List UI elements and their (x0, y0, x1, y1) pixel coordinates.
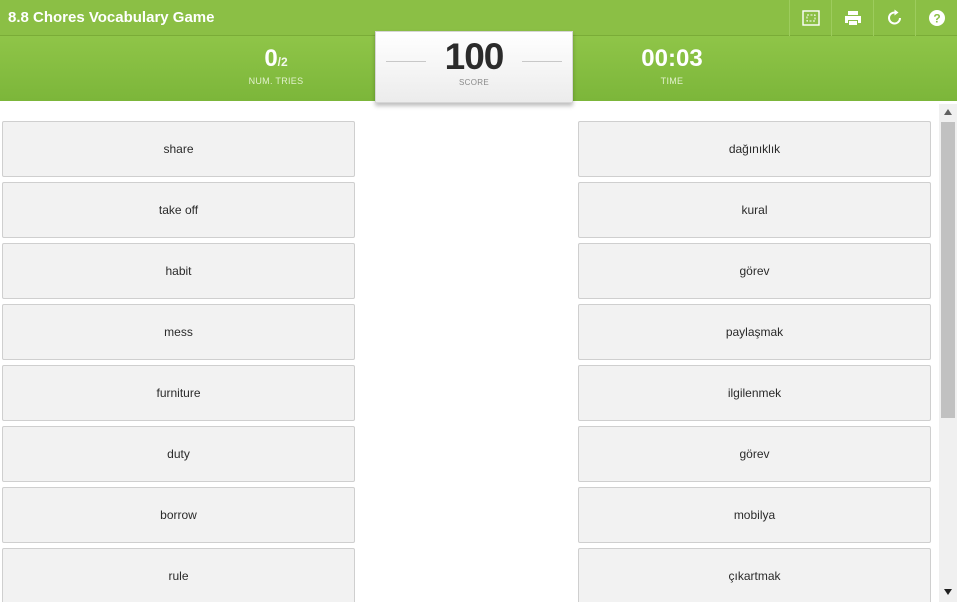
vertical-scrollbar[interactable] (939, 104, 957, 602)
turkish-words-column: dağınıklık kural görev paylaşmak ilgilen… (578, 121, 931, 602)
word-card[interactable]: habit (2, 243, 355, 299)
translation-card[interactable]: çıkartmak (578, 548, 931, 602)
help-button[interactable]: ? (915, 0, 957, 36)
word-card[interactable]: furniture (2, 365, 355, 421)
game-window: 8.8 Chores Vocabulary Game ? 0/2 NUM. TR… (0, 0, 957, 602)
toolbar: ? (789, 0, 957, 36)
game-title: 8.8 Chores Vocabulary Game (8, 9, 215, 26)
arrow-down-icon (944, 589, 952, 595)
translation-card[interactable]: görev (578, 426, 931, 482)
translation-card[interactable]: paylaşmak (578, 304, 931, 360)
score-value: 100 (444, 36, 505, 77)
word-card[interactable]: rule (2, 548, 355, 602)
print-button[interactable] (831, 0, 873, 36)
tries-total: /2 (277, 55, 288, 69)
restart-icon (887, 9, 901, 25)
time-value: 00:03 (641, 45, 703, 72)
tries-counter: 0/2 NUM. TRIES (226, 44, 326, 86)
time-label: TIME (660, 76, 684, 86)
tries-value: 0 (264, 45, 278, 72)
translation-card[interactable]: görev (578, 243, 931, 299)
svg-text:?: ? (933, 12, 940, 26)
tries-label: NUM. TRIES (248, 76, 304, 86)
scroll-thumb[interactable] (941, 122, 955, 418)
english-words-column: share take off habit mess furniture duty… (2, 121, 355, 602)
translation-card[interactable]: dağınıklık (578, 121, 931, 177)
print-icon (844, 11, 861, 25)
help-icon: ? (928, 10, 945, 26)
word-card[interactable]: mess (2, 304, 355, 360)
translation-card[interactable]: kural (578, 182, 931, 238)
scroll-down-arrow[interactable] (939, 584, 957, 600)
score-label: SCORE (459, 78, 489, 87)
word-card[interactable]: take off (2, 182, 355, 238)
word-card[interactable]: share (2, 121, 355, 177)
word-card[interactable]: duty (2, 426, 355, 482)
translation-card[interactable]: ilgilenmek (578, 365, 931, 421)
scroll-up-arrow[interactable] (939, 104, 957, 120)
fullscreen-icon (801, 10, 820, 26)
word-card[interactable]: borrow (2, 487, 355, 543)
restart-button[interactable] (873, 0, 915, 36)
score-card: 100 SCORE (375, 31, 573, 103)
fullscreen-button[interactable] (789, 0, 831, 36)
translation-card[interactable]: mobilya (578, 487, 931, 543)
arrow-up-icon (944, 109, 952, 115)
timer: 00:03 TIME (612, 44, 732, 86)
